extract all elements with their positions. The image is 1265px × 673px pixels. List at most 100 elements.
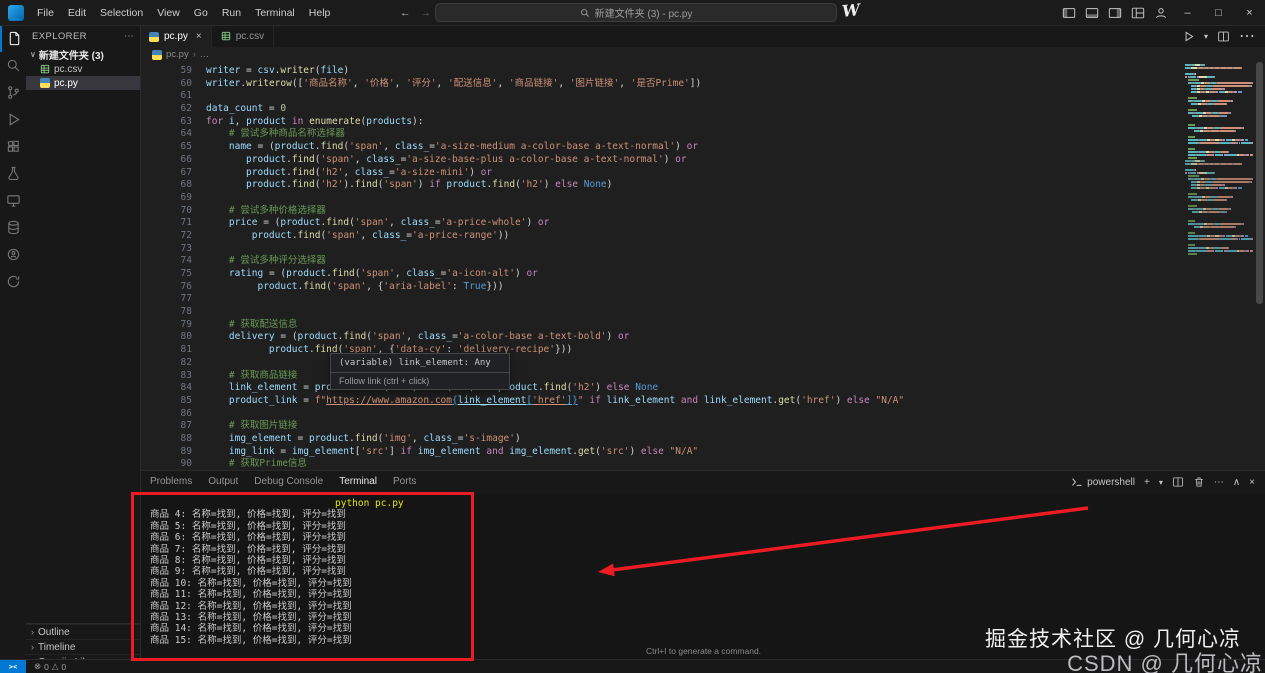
menu-file[interactable]: File [30,7,61,19]
kill-terminal-icon[interactable] [1193,476,1205,488]
account-icon[interactable] [1149,0,1172,25]
tab-pc.csv[interactable]: pc.csv [211,25,275,47]
explorer-icon[interactable] [0,25,26,52]
minimap-line [1185,79,1253,81]
minimap-line [1185,223,1253,225]
terminal-profile[interactable]: powershell [1071,476,1135,488]
signature-watermark: W [841,0,861,21]
panel-tab-debug-console[interactable]: Debug Console [254,471,323,493]
run-dropdown-chevron-icon[interactable]: ▾ [1204,32,1208,41]
minimap[interactable] [1185,64,1253,256]
editor-scrollbar[interactable] [1256,62,1263,304]
panel-tab-problems[interactable]: Problems [150,471,192,493]
line-number: 81 [180,344,192,356]
breadcrumb-item[interactable]: … [200,49,210,60]
code-editor[interactable]: 59 writer = csv.writer(file) 60 writer.writ… [140,62,1265,470]
run-button[interactable] [1182,30,1195,43]
back-icon[interactable]: ← [400,7,411,19]
code-text: price = (product.find('span', class_='a-… [228,217,550,229]
menu-run[interactable]: Run [215,7,248,19]
minimap-line [1185,178,1253,180]
minimap-line [1185,205,1253,207]
minimap-line [1185,235,1253,237]
minimap-line [1185,76,1253,78]
code-line: 67 product.find('h2', class_='a-size-min… [140,167,1265,180]
section-label: Timeline [38,641,76,653]
source-control-icon[interactable] [0,79,26,106]
toggle-secondary-sidebar-icon[interactable] [1103,0,1126,25]
line-number: 82 [180,356,192,368]
breadcrumb[interactable]: pc.py ›… [140,47,1265,62]
code-line: 82 [140,357,1265,370]
split-terminal-icon[interactable] [1172,476,1184,488]
terminal-output-line: 商品 7: 名称=找到, 价格=找到, 评分=找到 [150,543,346,555]
section-timeline[interactable]: › Timeline [26,639,140,654]
minimap-line [1185,109,1253,111]
code-text: rating = (product.find('span', class_='a… [228,268,538,279]
panel-more-icon[interactable]: ⋯ [1214,477,1224,488]
tab-pc.py[interactable]: pc.py × [140,25,212,47]
forward-icon[interactable]: → [421,7,432,19]
line-number: 69 [180,191,192,203]
menu-view[interactable]: View [150,7,187,19]
panel-tab-terminal[interactable]: Terminal [339,471,378,494]
line-number: 88 [180,432,192,444]
database-icon[interactable] [0,214,26,241]
workspace-folder[interactable]: ∨ 新建文件夹 (3) [26,47,140,62]
terminal-output-line: 商品 5: 名称=找到, 价格=找到, 评分=找到 [150,520,346,532]
maximize-panel-icon[interactable]: ∧ [1233,477,1240,488]
toggle-panel-icon[interactable] [1080,0,1103,25]
menu-selection[interactable]: Selection [93,7,150,19]
section-outline[interactable]: › Outline [26,624,140,639]
settings-sync-icon[interactable] [0,268,26,295]
csv-file-icon [221,31,231,41]
problems-status[interactable]: ⊗ 0 △ 0 [34,661,66,672]
testing-icon[interactable] [0,160,26,187]
panel-tab-output[interactable]: Output [208,471,238,493]
split-editor-icon[interactable] [1217,30,1230,43]
minimap-line [1185,166,1253,168]
minimap-line [1185,229,1253,231]
code-text: # 尝试多种评分选择器 [228,255,326,267]
new-terminal-icon[interactable]: + [1144,477,1150,488]
command-center[interactable]: 新建文件夹 (3) - pc.py [435,3,837,22]
line-number: 72 [180,229,192,241]
sidebar-bottom-sections: ›Outline›Timeline›Cangjie Library [26,623,140,660]
search-icon[interactable] [0,52,26,79]
remote-indicator[interactable]: >< [0,660,26,673]
breadcrumb-item[interactable]: pc.py [166,49,189,60]
hover-tooltip: (variable) link_element: Any Follow link… [330,353,510,390]
customize-layout-icon[interactable] [1126,0,1149,25]
tooltip-follow-link[interactable]: Follow link (ctrl + click) [331,372,509,389]
remote-explorer-icon[interactable] [0,187,26,214]
minimap-line [1185,151,1253,153]
titlebar-controls: – □ × [1057,0,1265,25]
minimap-line [1185,226,1253,228]
terminal-dropdown-chevron-icon[interactable]: ▾ [1159,478,1163,487]
code-text: # 获取Prime信息 [228,458,307,470]
code-line: 66 product.find('span', class_='a-size-b… [140,154,1265,167]
menu-go[interactable]: Go [187,7,215,19]
panel-tab-ports[interactable]: Ports [393,471,416,493]
minimap-line [1185,241,1253,243]
more-actions-icon[interactable]: ⋯ [1239,26,1255,46]
explorer-more-actions-icon[interactable]: ⋯ [124,31,134,42]
close-tab-icon[interactable]: × [196,31,202,42]
menu-terminal[interactable]: Terminal [248,7,302,19]
terminal-command: python pc.py [335,498,404,509]
minimap-line [1185,100,1253,102]
maximize-button[interactable]: □ [1203,0,1234,25]
run-and-debug-icon[interactable] [0,106,26,133]
terminal-command-line: python pc.py [150,498,1265,509]
minimize-button[interactable]: – [1172,0,1203,25]
toggle-sidebar-icon[interactable] [1057,0,1080,25]
extensions-icon[interactable] [0,133,26,160]
live-share-icon[interactable] [0,241,26,268]
close-button[interactable]: × [1234,0,1265,25]
file-item-pc.py[interactable]: pc.py [26,76,140,90]
close-panel-icon[interactable]: × [1249,477,1255,488]
menu-help[interactable]: Help [302,7,338,19]
menu-edit[interactable]: Edit [61,7,93,19]
file-item-pc.csv[interactable]: pc.csv [26,62,140,76]
minimap-line [1185,232,1253,234]
